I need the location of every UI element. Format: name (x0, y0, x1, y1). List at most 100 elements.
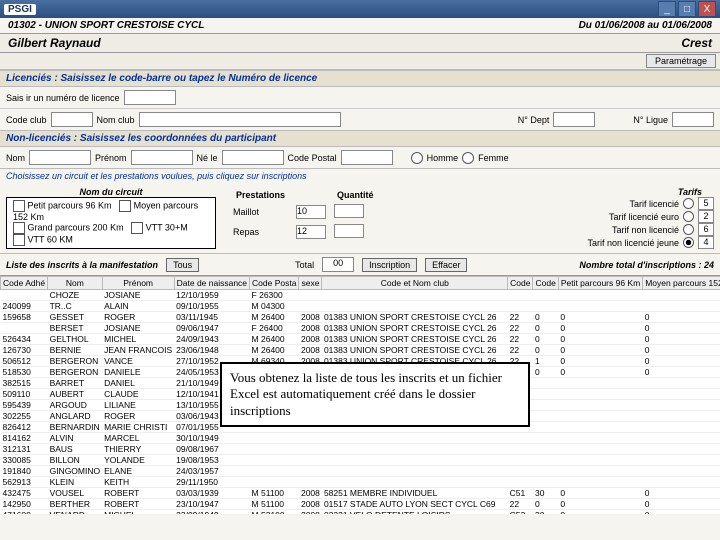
input-nligue[interactable] (672, 112, 714, 127)
input-ndept[interactable] (553, 112, 595, 127)
liste-row: Liste des inscrits à la manifestation To… (0, 253, 720, 275)
liste-label: Liste des inscrits à la manifestation (6, 260, 158, 270)
parametrage-button[interactable]: Paramétrage (646, 54, 716, 68)
checkbox-circuit-2[interactable] (119, 200, 131, 212)
event-code-name: 01302 - UNION SPORT CRESTOISE CYCL (8, 20, 204, 31)
radio-tarif-1[interactable] (683, 198, 694, 209)
checkbox-circuit-4[interactable] (131, 222, 143, 234)
tarif-2: Tarif licencié euro (609, 212, 679, 222)
presta-2: Repas (230, 223, 291, 241)
circuit-3: Grand parcours 200 Km (28, 222, 124, 232)
nb-inscriptions: Nombre total d'inscriptions : 24 (579, 260, 714, 270)
col-p1[interactable]: Petit parcours 96 Km (558, 277, 642, 290)
col-p2[interactable]: Moyen parcours 152 Km (643, 277, 720, 290)
circuit-4: VTT 30+M (146, 222, 188, 232)
input-prenom[interactable] (131, 150, 193, 165)
radio-tarif-4[interactable] (683, 237, 694, 248)
col-code-adhe[interactable]: Code Adhé (1, 277, 48, 290)
tous-button[interactable]: Tous (166, 258, 199, 272)
label-femme: Femme (478, 153, 509, 163)
circuit-panel: Nom du circuit Petit parcours 96 Km Moye… (0, 183, 720, 253)
section-licencies-header: Licenciés : Saisissez le code-barre ou t… (0, 70, 720, 87)
input-nele[interactable] (222, 150, 284, 165)
table-row[interactable]: 432475VOUSELROBERT03/03/1939M 5110020085… (1, 488, 720, 499)
presta-1-qte[interactable] (334, 204, 364, 218)
table-row[interactable]: 471600VENARDMICHEL23/09/1949M 5210020080… (1, 510, 720, 515)
app-logo: PSGI (4, 4, 36, 15)
presta-1: Maillot (230, 203, 291, 221)
table-row[interactable]: 526434GELTHOLMICHEL24/09/1943M 264002008… (1, 334, 720, 345)
checkbox-circuit-1[interactable] (13, 200, 25, 212)
table-row[interactable]: 330085BILLONYOLANDE19/08/1953 (1, 455, 720, 466)
col-date[interactable]: Date de naissance (174, 277, 249, 290)
checkbox-circuit-3[interactable] (13, 222, 25, 234)
event-info-bar: 01302 - UNION SPORT CRESTOISE CYCL Du 01… (0, 18, 720, 33)
table-row[interactable]: 312131BAUSTHIERRY09/08/1967 (1, 444, 720, 455)
radio-femme[interactable] (462, 152, 474, 164)
table-row[interactable]: 562913KLEINKEITH29/11/1950 (1, 477, 720, 488)
tarif-1: Tarif licencié (629, 199, 679, 209)
help-callout: Vous obtenez la liste de tous les inscri… (220, 362, 530, 427)
app-window: PSGI _ □ X 01302 - UNION SPORT CRESTOISE… (0, 0, 720, 540)
effacer-button[interactable]: Effacer (425, 258, 467, 272)
radio-homme[interactable] (411, 152, 423, 164)
label-homme: Homme (427, 153, 459, 163)
input-code-club[interactable] (51, 112, 93, 127)
titlebar: PSGI _ □ X (0, 0, 720, 18)
circuit-list: Petit parcours 96 Km Moyen parcours 152 … (6, 197, 216, 249)
user-name: Gilbert Raynaud (8, 36, 101, 50)
col-nom[interactable]: Nom (48, 277, 103, 290)
total-value: 00 (322, 257, 354, 272)
row-num-licence: Sais ir un numéro de licence (0, 87, 720, 108)
inscription-button[interactable]: Inscription (362, 258, 417, 272)
label-prenom: Prénom (95, 153, 127, 163)
prestations-table: PrestationsQuantité Maillot10 Repas12 (228, 187, 382, 243)
circuit-1: Petit parcours 96 Km (28, 200, 112, 210)
input-cp[interactable] (341, 150, 393, 165)
presta-1-prix[interactable]: 10 (296, 205, 326, 219)
table-row[interactable]: 126730BERNIEJEAN FRANCOIS23/06/1948M 264… (1, 345, 720, 356)
presta-2-qte[interactable] (334, 224, 364, 238)
col-club[interactable]: Code et Nom club (322, 277, 508, 290)
label-nligue: N° Ligue (633, 115, 668, 125)
input-nom-club[interactable] (139, 112, 341, 127)
input-nom[interactable] (29, 150, 91, 165)
label-code-club: Code club (6, 115, 47, 125)
table-row[interactable]: 240099TR..CALAIN09/10/1955M 04300 (1, 301, 720, 312)
maximize-button[interactable]: □ (678, 1, 696, 17)
tarif-1-val: 5 (698, 197, 714, 210)
col-cp[interactable]: Code Posta (250, 277, 299, 290)
table-row[interactable]: BERSETJOSIANE09/06/1947F 26400200801383 … (1, 323, 720, 334)
input-num-licence[interactable] (124, 90, 176, 105)
label-nele: Né le (197, 153, 218, 163)
tarif-4-val: 4 (698, 236, 714, 249)
hdr-nom-circuit: Nom du circuit (6, 187, 216, 197)
col-code2[interactable]: Code (508, 277, 533, 290)
col-prenom[interactable]: Prénom (102, 277, 174, 290)
hdr-tarifs: Tarifs (587, 187, 714, 197)
circuit-5: VTT 60 KM (28, 234, 73, 244)
total-label: Total (295, 260, 314, 270)
row-participant: Nom Prénom Né le Code Postal Homme Femme (0, 147, 720, 168)
user-city: Crest (681, 36, 712, 50)
radio-tarif-2[interactable] (683, 211, 694, 222)
checkbox-circuit-5[interactable] (13, 234, 25, 246)
presta-2-prix[interactable]: 12 (296, 225, 326, 239)
minimize-button[interactable]: _ (658, 1, 676, 17)
tarif-4: Tarif non licencié jeune (587, 238, 679, 248)
radio-tarif-3[interactable] (683, 224, 694, 235)
table-row[interactable]: 191840GINGOMINOELANE24/03/1957 (1, 466, 720, 477)
user-bar: Gilbert Raynaud Crest (0, 33, 720, 53)
close-button[interactable]: X (698, 1, 716, 17)
table-row[interactable]: 159658GESSETROGER03/11/1945M 26400200801… (1, 312, 720, 323)
table-row[interactable]: 142950BERTHERROBERT23/10/1947M 511002008… (1, 499, 720, 510)
tarif-3: Tarif non licencié (612, 225, 679, 235)
table-row[interactable]: 814162ALVINMARCEL30/10/1949 (1, 433, 720, 444)
section-nonlicencies-header: Non-licenciés : Saisissez les coordonnée… (0, 130, 720, 147)
col-annee[interactable]: sexe (299, 277, 322, 290)
table-row[interactable]: CHOZEJOSIANE12/10/1959F 26300 (1, 290, 720, 301)
tarif-3-val: 6 (698, 223, 714, 236)
col-code3[interactable]: Code (533, 277, 558, 290)
hdr-presta: Prestations (230, 189, 291, 201)
event-dates: Du 01/06/2008 au 01/06/2008 (579, 20, 712, 31)
